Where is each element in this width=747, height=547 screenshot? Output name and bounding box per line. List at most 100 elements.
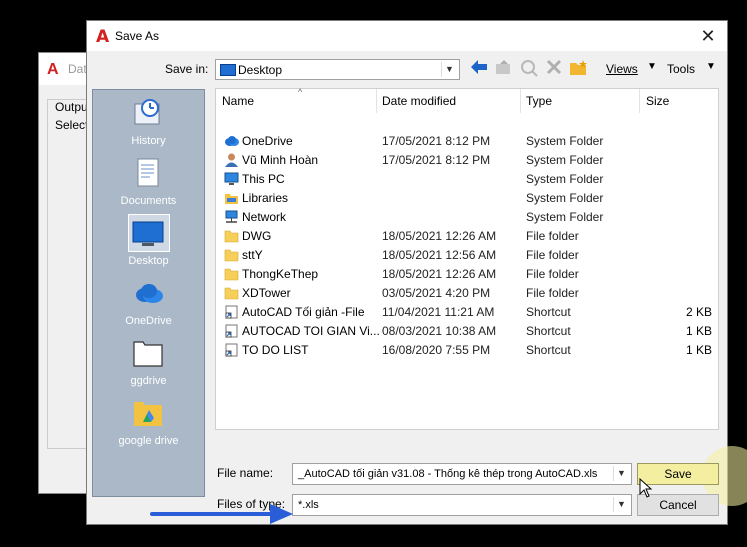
file-row[interactable]: DWG 18/05/2021 12:26 AM File folder — [216, 227, 718, 246]
file-name-value: _AutoCAD tối giản v31.08 - Thống kê thép… — [298, 468, 598, 480]
column-header-type[interactable]: Type — [526, 89, 552, 113]
file-name: AutoCAD Tối giản -File — [242, 305, 365, 319]
file-name: OneDrive — [242, 134, 293, 148]
file-type-value: *.xls — [298, 499, 319, 511]
file-name: TO DO LIST — [242, 343, 309, 357]
file-type: System Folder — [526, 210, 604, 224]
column-header-date[interactable]: Date modified — [382, 89, 456, 113]
file-date: 17/05/2021 8:12 PM — [382, 134, 491, 148]
file-date: 18/05/2021 12:56 AM — [382, 248, 497, 262]
delete-icon[interactable] — [544, 59, 564, 79]
file-name: ThongKeThep — [242, 267, 319, 281]
history-icon — [134, 99, 160, 125]
file-row[interactable]: XDTower 03/05/2021 4:20 PM File folder — [216, 284, 718, 303]
place-desktop[interactable]: Desktop — [93, 214, 204, 274]
file-row[interactable]: Network System Folder — [216, 208, 718, 227]
onedrive-icon — [136, 284, 163, 303]
save-in-label: Save in: — [165, 62, 209, 76]
place-label: Desktop — [128, 255, 169, 267]
place-documents[interactable]: Documents — [93, 154, 204, 214]
column-header-name[interactable]: Name ^ — [222, 87, 302, 113]
place-onedrive[interactable]: OneDrive — [93, 274, 204, 334]
file-type: System Folder — [526, 153, 604, 167]
file-name: DWG — [242, 229, 272, 243]
titlebar: A Save As ✕ — [87, 21, 727, 51]
file-size: 1 KB — [685, 343, 712, 357]
file-row[interactable]: AutoCAD Tối giản -File 11/04/2021 11:21 A… — [216, 303, 718, 322]
back-arrow-icon[interactable] — [469, 59, 489, 79]
file-row[interactable]: Vũ Minh Hoàn 17/05/2021 8:12 PM System Fol… — [216, 151, 718, 170]
views-menu[interactable]: Views — [606, 62, 638, 76]
place-google-drive[interactable]: google drive — [93, 394, 204, 454]
annotation-arrow-icon — [150, 504, 293, 524]
sort-ascending-icon: ^ — [298, 87, 303, 97]
tools-menu[interactable]: Tools — [667, 62, 695, 76]
file-date: 18/05/2021 12:26 AM — [382, 267, 497, 281]
desktop-icon — [132, 221, 164, 246]
place-ggdrive[interactable]: ggdrive — [93, 334, 204, 394]
file-date: 18/05/2021 12:26 AM — [382, 229, 497, 243]
file-type: System Folder — [526, 191, 604, 205]
file-type: File folder — [526, 286, 579, 300]
autocad-logo-icon: A — [96, 27, 110, 47]
file-row[interactable]: TO DO LIST 16/08/2020 7:55 PM Shortcut 1 KB — [216, 341, 718, 360]
places-bar: History Documents Desktop OneDrive ggdri… — [92, 89, 205, 497]
save-in-combo[interactable]: Desktop ▼ — [215, 59, 460, 80]
file-list[interactable]: Name ^ Date modified Type Size OneDrive 1… — [215, 87, 719, 430]
folder-icon — [133, 341, 163, 367]
new-folder-icon[interactable] — [569, 59, 589, 79]
file-name: sttY — [242, 248, 263, 262]
file-type: File folder — [526, 229, 579, 243]
views-dropdown-icon[interactable]: ▼ — [647, 61, 657, 72]
place-history[interactable]: History — [93, 94, 204, 154]
tools-dropdown-icon[interactable]: ▼ — [706, 61, 716, 72]
close-button[interactable]: ✕ — [697, 25, 719, 47]
background-text-select: Select — [55, 118, 89, 132]
file-name: Libraries — [242, 191, 289, 205]
file-type: File folder — [526, 267, 579, 281]
place-label: ggdrive — [130, 375, 167, 387]
file-date: 03/05/2021 4:20 PM — [382, 286, 491, 300]
file-name: AUTOCAD TOI GIAN Vi... — [242, 324, 380, 338]
file-name: XDTower — [242, 286, 291, 300]
file-date: 17/05/2021 8:12 PM — [382, 153, 491, 167]
file-name: This PC — [242, 172, 285, 186]
file-row[interactable]: Libraries System Folder — [216, 189, 718, 208]
file-row[interactable]: AUTOCAD TOI GIAN Vi... 08/03/2021 10:38 A… — [216, 322, 718, 341]
save-as-dialog: A Save As ✕ Save in: Desktop ▼ Views ▼ T… — [86, 20, 747, 525]
dialog-title: Save As — [115, 29, 160, 43]
file-type: Shortcut — [526, 324, 571, 338]
file-type: Shortcut — [526, 343, 571, 357]
place-label: Documents — [120, 195, 177, 207]
file-date: 11/04/2021 11:21 AM — [382, 305, 495, 319]
file-date: 08/03/2021 10:38 AM — [382, 324, 497, 338]
column-label: Name — [222, 94, 255, 108]
file-row[interactable]: OneDrive 17/05/2021 8:12 PM System Folder — [216, 132, 718, 151]
file-type: System Folder — [526, 172, 604, 186]
file-row[interactable]: This PC System Folder — [216, 170, 718, 189]
file-size: 2 KB — [685, 305, 712, 319]
file-name: Vũ Minh Hoàn — [242, 153, 319, 167]
file-row[interactable]: ThongKeThep 18/05/2021 12:26 AM File folde… — [216, 265, 718, 284]
chevron-down-icon[interactable]: ▼ — [613, 466, 629, 481]
chevron-down-icon[interactable]: ▼ — [441, 62, 457, 77]
place-label: google drive — [118, 435, 179, 447]
file-name-input[interactable]: _AutoCAD tối giản v31.08 - Thống kê thép… — [292, 463, 632, 485]
place-label: History — [131, 135, 166, 147]
google-drive-icon — [134, 402, 162, 426]
place-label: OneDrive — [125, 315, 172, 327]
file-type: Shortcut — [526, 305, 571, 319]
background-title: Dat — [68, 62, 87, 76]
desktop-icon — [220, 64, 236, 76]
chevron-down-icon[interactable]: ▼ — [613, 497, 629, 512]
file-type-select[interactable]: *.xls ▼ — [292, 494, 632, 516]
documents-icon — [137, 158, 159, 187]
file-size: 1 KB — [685, 324, 712, 338]
column-header-size[interactable]: Size — [646, 89, 669, 113]
search-web-icon[interactable] — [519, 59, 539, 79]
file-row[interactable]: sttY 18/05/2021 12:56 AM File folder — [216, 246, 718, 265]
file-type: File folder — [526, 248, 579, 262]
up-folder-icon[interactable] — [494, 59, 514, 79]
autocad-logo-icon: A — [47, 61, 59, 78]
save-in-value: Desktop — [238, 63, 283, 77]
